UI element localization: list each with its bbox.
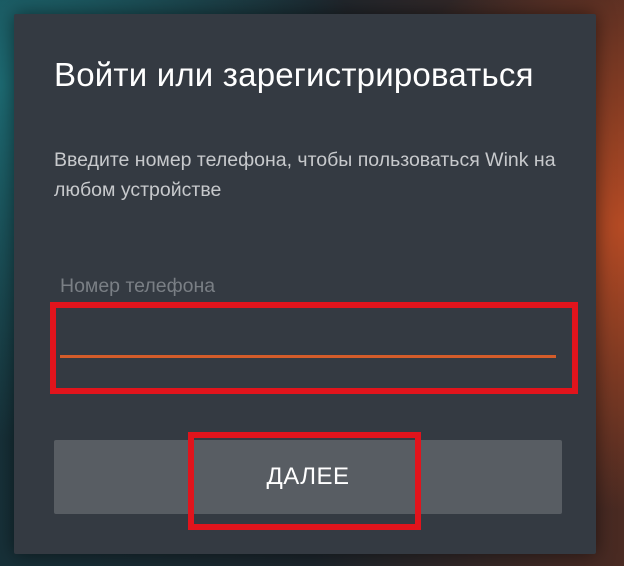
phone-number-input[interactable] xyxy=(60,320,556,356)
dialog-subtitle: Введите номер телефона, чтобы пользовать… xyxy=(54,149,556,201)
phone-field-label: Номер телефона xyxy=(60,275,216,297)
phone-input-underline xyxy=(60,355,556,358)
dialog-title: Войти или зарегистрироваться xyxy=(54,56,534,93)
login-dialog: Войти или зарегистрироваться Введите ном… xyxy=(14,14,596,554)
next-button[interactable]: ДАЛЕЕ xyxy=(54,440,562,514)
